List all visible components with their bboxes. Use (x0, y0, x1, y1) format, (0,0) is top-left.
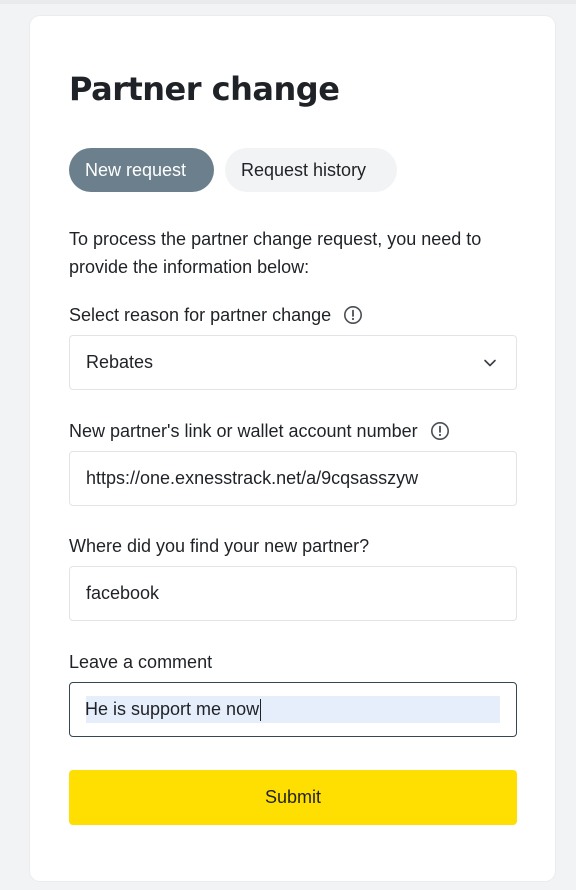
comment-label: Leave a comment (69, 651, 213, 672)
partner-link-value: https://one.exnesstrack.net/a/9cqsasszyw (86, 468, 419, 488)
comment-value: He is support me now (86, 699, 260, 719)
source-input[interactable]: facebook (69, 566, 517, 621)
comment-selection: He is support me now (86, 696, 500, 723)
comment-input[interactable]: He is support me now (69, 682, 517, 737)
partner-link-input[interactable]: https://one.exnesstrack.net/a/9cqsasszyw (69, 451, 517, 506)
partner-link-label-row: New partner's link or wallet account num… (69, 419, 450, 443)
reason-select-value: Rebates (86, 352, 154, 372)
reason-label-row: Select reason for partner change (69, 303, 363, 327)
reason-label: Select reason for partner change (69, 304, 332, 325)
partner-change-card: Partner change New request Request histo… (30, 16, 555, 881)
source-value: facebook (86, 583, 160, 603)
info-icon[interactable] (343, 305, 363, 325)
reason-select[interactable]: Rebates (69, 335, 517, 390)
info-icon[interactable] (430, 421, 450, 441)
comment-value-wrap: He is support me now (86, 696, 500, 723)
text-caret (260, 699, 262, 722)
top-strip (0, 0, 576, 4)
source-label-row: Where did you find your new partner? (69, 534, 369, 558)
comment-label-row: Leave a comment (69, 650, 212, 674)
submit-button[interactable]: Submit (69, 770, 517, 825)
partner-link-label: New partner's link or wallet account num… (69, 420, 418, 441)
source-label: Where did you find your new partner? (69, 535, 370, 556)
tab-request-history[interactable]: Request history (225, 148, 397, 192)
page-title: Partner change (69, 70, 340, 108)
intro-text: To process the partner change request, y… (69, 229, 482, 277)
chevron-down-icon (482, 355, 498, 371)
tab-new-request[interactable]: New request (69, 148, 214, 192)
request-tabs: New request Request history (69, 148, 397, 192)
